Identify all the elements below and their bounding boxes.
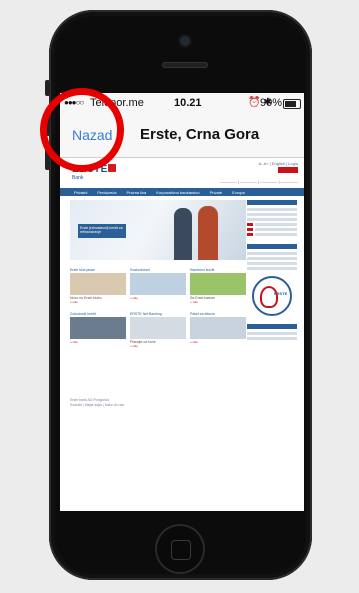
highlight-circle xyxy=(40,88,124,172)
front-camera xyxy=(180,36,190,46)
site-footer: Erste bank AD Podgorica Kontakt | Mapa s… xyxy=(70,398,125,408)
menu-item[interactable]: Privatni xyxy=(74,190,87,195)
hero-banner[interactable]: Erste jednostavniji kredit za refinansir… xyxy=(70,200,246,260)
hero-text-box: Erste jednostavniji kredit za refinansir… xyxy=(78,224,126,238)
home-button[interactable] xyxy=(157,526,203,572)
promo-card-grid: Erste klub jasan Novo na Erste klubu » v… xyxy=(70,268,246,352)
footer-links[interactable]: Kontakt | Mapa sajta | Kako do nas xyxy=(70,403,124,408)
promo-card[interactable]: Paket za tekuće » više xyxy=(190,312,246,352)
promo-card[interactable]: Erste klub jasan Novo na Erste klubu » v… xyxy=(70,268,126,308)
logo-subtitle: Bank xyxy=(72,175,84,181)
page-title: Erste, Crna Gora xyxy=(140,126,260,143)
promo-card[interactable]: ERSTE Net Banking Plaćajte od kuće » viš… xyxy=(130,312,186,352)
promo-card[interactable]: Svakodnevni » više xyxy=(130,268,186,308)
site-main-content: Erste jednostavniji kredit za refinansir… xyxy=(70,200,246,352)
erste-ribbon-badge[interactable]: ERSTE xyxy=(252,276,292,316)
site-menu: Privatni Preduzeća Pravna lica Korporati… xyxy=(60,188,304,196)
hero-man-image xyxy=(174,208,192,260)
hero-woman-image xyxy=(198,206,218,260)
sidebar-header xyxy=(247,200,297,205)
menu-item[interactable]: Pravna lica xyxy=(126,190,146,195)
battery-percent: 90% xyxy=(259,97,282,109)
erste-logo-icon xyxy=(108,164,116,172)
sidebar-header xyxy=(247,324,297,329)
menu-item[interactable]: Evropa xyxy=(232,190,245,195)
site-sidebar: ERSTE xyxy=(247,200,297,342)
promo-card[interactable]: Gotovinski kredit » više xyxy=(70,312,126,352)
earpiece-speaker xyxy=(162,62,208,68)
clock: 10.21 xyxy=(174,97,202,109)
menu-item[interactable]: Korporativno bankarstvo xyxy=(156,190,199,195)
menu-item[interactable]: Private xyxy=(210,190,222,195)
site-top-links[interactable]: A- A+ | English | Login xyxy=(259,161,298,166)
promo-card[interactable]: Stambeni kredit Sa Erste kartom » više xyxy=(190,268,246,308)
login-button[interactable] xyxy=(278,167,298,173)
sidebar-header xyxy=(247,244,297,249)
site-sub-links: ————— | ————— | ————— | ————— xyxy=(219,180,298,184)
web-view[interactable]: ERSTE Bank A- A+ | English | Login —————… xyxy=(60,158,304,511)
battery-icon xyxy=(283,99,301,109)
mute-switch xyxy=(45,80,50,96)
menu-item[interactable]: Preduzeća xyxy=(97,190,116,195)
